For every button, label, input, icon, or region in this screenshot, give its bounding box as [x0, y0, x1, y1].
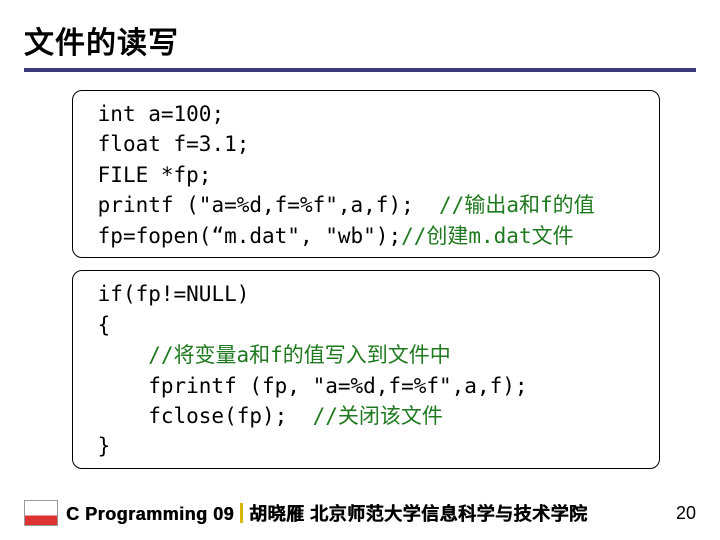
code-line: if(fp!=NULL) [85, 279, 647, 309]
code-comment: //将变量a和f的值写入到文件中 [85, 340, 647, 370]
code-comment: //关闭该文件 [313, 404, 443, 428]
page-number: 20 [676, 503, 696, 524]
code-comment: //创建m.dat文件 [401, 224, 574, 248]
author-label: 胡晓雁 北京师范大学信息科学与技术学院 [249, 504, 588, 524]
logo-icon [24, 500, 58, 526]
code-line: FILE *fp; [85, 160, 647, 190]
code-text: printf ("a=%d,f=%f",a,f); [85, 193, 439, 217]
slide: 文件的读写 int a=100; float f=3.1; FILE *fp; … [0, 0, 720, 540]
code-block-2: if(fp!=NULL) { //将变量a和f的值写入到文件中 fprintf … [72, 270, 660, 469]
code-line: { [85, 310, 647, 340]
code-text: fp=fopen(“m.dat", "wb"); [85, 224, 401, 248]
code-line: } [85, 431, 647, 461]
slide-title: 文件的读写 [24, 18, 696, 72]
code-line: fclose(fp); //关闭该文件 [85, 401, 647, 431]
course-label: C Programming 09 [66, 504, 234, 524]
divider-icon [240, 503, 243, 523]
code-line: float f=3.1; [85, 129, 647, 159]
code-line: int a=100; [85, 99, 647, 129]
code-text: fclose(fp); [85, 404, 313, 428]
code-line: printf ("a=%d,f=%f",a,f); //输出a和f的值 [85, 190, 647, 220]
code-comment: //输出a和f的值 [439, 193, 595, 217]
code-line: fp=fopen(“m.dat", "wb");//创建m.dat文件 [85, 221, 647, 251]
footer: C Programming 09 胡晓雁 北京师范大学信息科学与技术学院 [24, 500, 588, 526]
code-block-1: int a=100; float f=3.1; FILE *fp; printf… [72, 90, 660, 258]
footer-text: C Programming 09 胡晓雁 北京师范大学信息科学与技术学院 [66, 500, 588, 526]
code-line: fprintf (fp, "a=%d,f=%f",a,f); [85, 371, 647, 401]
